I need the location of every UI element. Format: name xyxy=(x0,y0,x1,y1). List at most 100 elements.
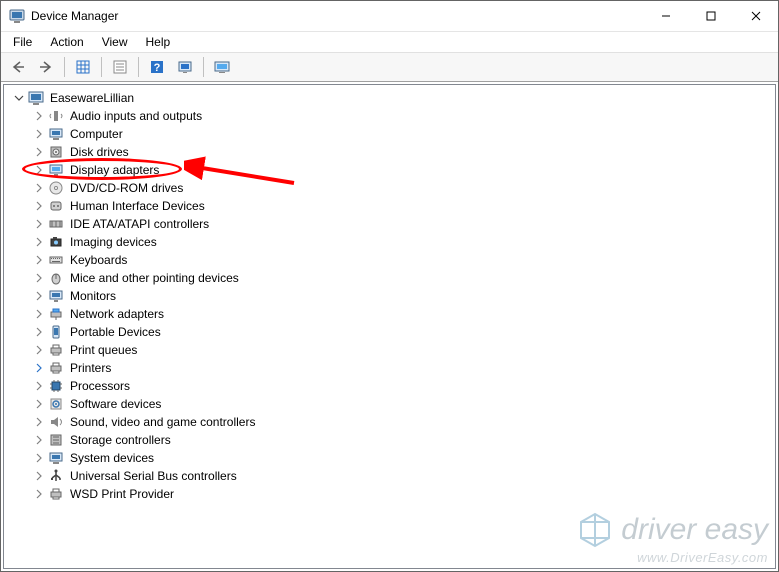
tree-root-node[interactable]: EasewareLillian xyxy=(8,89,775,107)
tree-category-label: WSD Print Provider xyxy=(68,487,176,501)
expander-icon[interactable] xyxy=(32,235,46,249)
device-tree: EasewareLillian Audio inputs and outputs… xyxy=(4,85,775,507)
expander-icon[interactable] xyxy=(32,469,46,483)
tree-category-node[interactable]: Sound, video and game controllers xyxy=(8,413,775,431)
expander-icon[interactable] xyxy=(32,217,46,231)
processor-icon xyxy=(48,378,64,394)
tree-category-node[interactable]: Print queues xyxy=(8,341,775,359)
expander-icon[interactable] xyxy=(32,325,46,339)
tree-category-node[interactable]: Printers xyxy=(8,359,775,377)
window-title: Device Manager xyxy=(31,9,643,23)
network-icon xyxy=(48,306,64,322)
usb-icon xyxy=(48,468,64,484)
expander-icon[interactable] xyxy=(32,163,46,177)
expander-icon[interactable] xyxy=(32,307,46,321)
expander-icon[interactable] xyxy=(32,343,46,357)
computer-root-icon xyxy=(28,90,44,106)
tree-category-node[interactable]: System devices xyxy=(8,449,775,467)
expander-icon[interactable] xyxy=(32,397,46,411)
menu-view[interactable]: View xyxy=(94,33,136,51)
tree-category-node[interactable]: Display adapters xyxy=(8,161,775,179)
menu-file[interactable]: File xyxy=(5,33,40,51)
expander-icon[interactable] xyxy=(32,361,46,375)
tree-category-node[interactable]: Keyboards xyxy=(8,251,775,269)
expander-icon[interactable] xyxy=(32,181,46,195)
device-tree-panel[interactable]: EasewareLillian Audio inputs and outputs… xyxy=(3,84,776,569)
tree-category-node[interactable]: Network adapters xyxy=(8,305,775,323)
tree-category-label: Universal Serial Bus controllers xyxy=(68,469,239,483)
tree-category-label: Keyboards xyxy=(68,253,129,267)
tree-category-node[interactable]: Imaging devices xyxy=(8,233,775,251)
tree-category-node[interactable]: Storage controllers xyxy=(8,431,775,449)
back-button[interactable] xyxy=(5,55,31,79)
expander-icon[interactable] xyxy=(32,433,46,447)
toolbar-separator xyxy=(203,57,204,77)
tree-category-node[interactable]: Audio inputs and outputs xyxy=(8,107,775,125)
tree-category-label: Printers xyxy=(68,361,113,375)
help-button[interactable]: ? xyxy=(144,55,170,79)
expander-icon[interactable] xyxy=(32,415,46,429)
toolbar-separator xyxy=(138,57,139,77)
tree-category-label: Imaging devices xyxy=(68,235,159,249)
tree-category-node[interactable]: Processors xyxy=(8,377,775,395)
toolbar-separator xyxy=(101,57,102,77)
toolbar-separator xyxy=(64,57,65,77)
expander-icon[interactable] xyxy=(32,253,46,267)
app-icon xyxy=(9,8,25,24)
expander-icon[interactable] xyxy=(32,127,46,141)
tree-category-node[interactable]: Mice and other pointing devices xyxy=(8,269,775,287)
tree-category-label: Print queues xyxy=(68,343,139,357)
expander-icon[interactable] xyxy=(32,109,46,123)
printer-icon xyxy=(48,360,64,376)
tree-category-node[interactable]: Portable Devices xyxy=(8,323,775,341)
tree-category-node[interactable]: IDE ATA/ATAPI controllers xyxy=(8,215,775,233)
imaging-icon xyxy=(48,234,64,250)
tree-category-node[interactable]: Monitors xyxy=(8,287,775,305)
tree-category-label: Computer xyxy=(68,127,125,141)
scan-button[interactable] xyxy=(172,55,198,79)
tree-category-node[interactable]: Software devices xyxy=(8,395,775,413)
tree-category-label: Processors xyxy=(68,379,132,393)
tree-category-node[interactable]: Universal Serial Bus controllers xyxy=(8,467,775,485)
tree-category-label: Mice and other pointing devices xyxy=(68,271,241,285)
tree-category-node[interactable]: Computer xyxy=(8,125,775,143)
minimize-button[interactable] xyxy=(643,1,688,31)
forward-button[interactable] xyxy=(33,55,59,79)
tree-category-label: Sound, video and game controllers xyxy=(68,415,257,429)
hid-icon xyxy=(48,198,64,214)
show-hidden-button[interactable] xyxy=(70,55,96,79)
expander-icon[interactable] xyxy=(32,199,46,213)
tree-category-label: Audio inputs and outputs xyxy=(68,109,204,123)
scan-icon xyxy=(177,59,193,75)
tree-category-label: DVD/CD-ROM drives xyxy=(68,181,185,195)
monitor-icon xyxy=(48,288,64,304)
tree-category-label: Portable Devices xyxy=(68,325,163,339)
maximize-button[interactable] xyxy=(688,1,733,31)
tree-category-node[interactable]: WSD Print Provider xyxy=(8,485,775,503)
svg-text:?: ? xyxy=(154,62,161,74)
tree-category-node[interactable]: Disk drives xyxy=(8,143,775,161)
system-icon xyxy=(48,450,64,466)
expander-icon[interactable] xyxy=(12,91,26,105)
view-button[interactable] xyxy=(209,55,235,79)
expander-icon[interactable] xyxy=(32,379,46,393)
keyboard-icon xyxy=(48,252,64,268)
tree-category-label: Monitors xyxy=(68,289,118,303)
tree-category-label: IDE ATA/ATAPI controllers xyxy=(68,217,211,231)
menu-help[interactable]: Help xyxy=(138,33,179,51)
audio-icon xyxy=(48,108,64,124)
expander-icon[interactable] xyxy=(32,271,46,285)
expander-icon[interactable] xyxy=(32,289,46,303)
expander-icon[interactable] xyxy=(32,451,46,465)
tree-category-node[interactable]: Human Interface Devices xyxy=(8,197,775,215)
menubar: File Action View Help xyxy=(1,32,778,52)
properties-button[interactable] xyxy=(107,55,133,79)
expander-icon[interactable] xyxy=(32,487,46,501)
expander-icon[interactable] xyxy=(32,145,46,159)
titlebar: Device Manager xyxy=(1,1,778,32)
mouse-icon xyxy=(48,270,64,286)
menu-action[interactable]: Action xyxy=(42,33,91,51)
tree-category-node[interactable]: DVD/CD-ROM drives xyxy=(8,179,775,197)
device-manager-window: Device Manager File Action View Help xyxy=(0,0,779,572)
close-button[interactable] xyxy=(733,1,778,31)
